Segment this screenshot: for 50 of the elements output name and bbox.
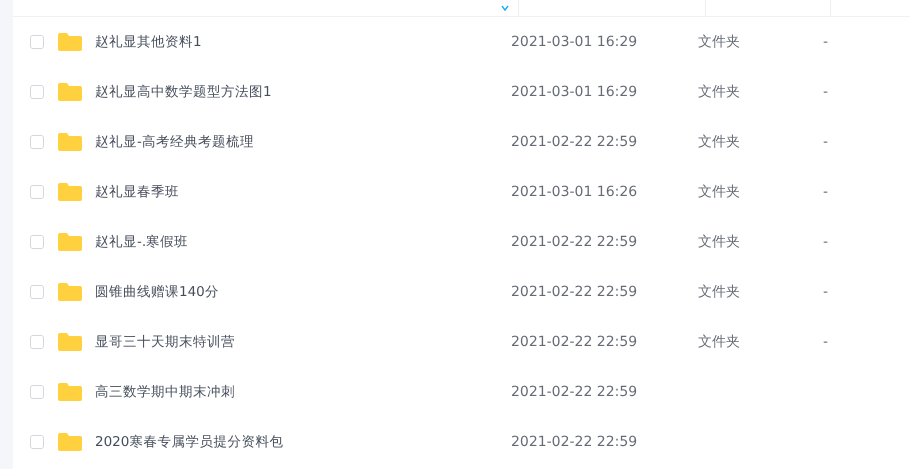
folder-icon [58,33,82,51]
file-size: - [823,84,828,100]
checkbox[interactable] [30,335,44,349]
modified-date: 2021-02-22 22:59 [511,234,638,250]
modified-date: 2021-02-22 22:59 [511,284,638,300]
folder-icon [58,333,82,351]
file-size: - [823,184,828,200]
file-name[interactable]: 赵礼显-高考经典考题梳理 [95,133,254,151]
file-name[interactable]: 赵礼显春季班 [95,183,179,201]
modified-date: 2021-03-01 16:29 [511,34,638,50]
checkbox[interactable] [30,185,44,199]
folder-icon [58,383,82,401]
checkbox[interactable] [30,285,44,299]
file-name[interactable]: 赵礼显高中数学题型方法图1 [95,83,272,101]
file-type: 文件夹 [698,133,740,151]
file-name[interactable]: 圆锥曲线赠课140分 [95,283,219,301]
file-size: - [823,34,828,50]
file-type: 文件夹 [698,33,740,51]
modified-date: 2021-02-22 22:59 [511,334,638,350]
folder-icon [58,183,82,201]
folder-icon [58,83,82,101]
modified-date: 2021-02-22 22:59 [511,134,638,150]
checkbox[interactable] [30,235,44,249]
checkbox[interactable] [30,35,44,49]
file-size: - [823,234,828,250]
folder-icon [58,283,82,301]
checkbox[interactable] [30,135,44,149]
checkbox[interactable] [30,435,44,449]
folder-icon [58,433,82,451]
modified-date: 2021-02-22 22:59 [511,384,638,400]
file-type: 文件夹 [698,83,740,101]
file-type: 文件夹 [698,183,740,201]
file-type: 文件夹 [698,283,740,301]
file-size: - [823,284,828,300]
file-name[interactable]: 高三数学期中期末冲刺 [95,383,235,401]
file-type: 文件夹 [698,233,740,251]
checkbox[interactable] [30,85,44,99]
file-name[interactable]: 赵礼显-.寒假班 [95,233,188,251]
file-type: 文件夹 [698,333,740,351]
folder-icon [58,133,82,151]
file-size: - [823,134,828,150]
modified-date: 2021-03-01 16:26 [511,184,638,200]
modified-date: 2021-03-01 16:29 [511,84,638,100]
folder-icon [58,233,82,251]
checkbox[interactable] [30,385,44,399]
modified-date: 2021-02-22 22:59 [511,434,638,450]
file-name[interactable]: 赵礼显其他资料1 [95,33,202,51]
file-name[interactable]: 显哥三十天期末特训营 [95,333,235,351]
file-size: - [823,334,828,350]
file-name[interactable]: 2020寒春专属学员提分资料包 [95,433,284,451]
